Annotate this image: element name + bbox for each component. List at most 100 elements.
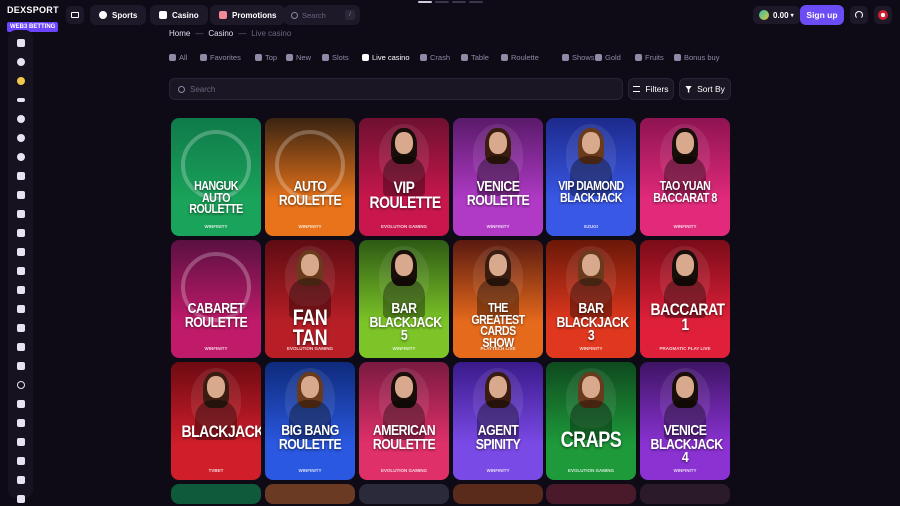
filters-button[interactable]: Filters [628,78,674,100]
tab-bonus-buy[interactable]: Bonus buy [674,53,719,62]
game-card[interactable] [359,484,449,504]
gold-icon [595,54,602,61]
cards-icon [16,323,25,332]
game-card[interactable]: VIP Diamond Blackjack Ezugi [546,118,636,236]
game-card[interactable]: Big Bang Roulette Winfinity [265,362,355,480]
breadcrumb-casino[interactable]: Casino [208,29,233,38]
sidebar-item-gold[interactable] [14,416,27,429]
game-card[interactable]: Bar Blackjack 3 Winfinity [546,240,636,358]
volleyball-icon [16,152,25,161]
search-icon [291,11,298,19]
game-card[interactable]: Venice Blackjack 4 Winfinity [640,362,730,480]
game-provider: Evolution Gaming [381,468,427,473]
sidebar-item-favorites[interactable] [14,245,27,258]
game-card[interactable]: Craps Evolution Gaming [546,362,636,480]
game-title: Agent Spinity [475,422,521,453]
sidebar-item-all[interactable] [14,283,27,296]
sidebar-item-tennis[interactable] [14,131,27,144]
sidebar-item-support[interactable] [14,492,27,505]
rocket-icon [16,342,25,351]
top-search-input[interactable]: Search / [284,5,360,25]
sign-up-button[interactable]: Sign up [800,5,844,25]
nav-sports-button[interactable]: Sports [90,5,147,25]
sidebar-item-esports[interactable] [14,93,27,106]
game-card[interactable]: VIP Roulette Evolution Gaming [359,118,449,236]
grid-icon [169,54,176,61]
breadcrumb-separator: — [195,29,204,38]
game-card[interactable]: Auto Roulette Winfinity [265,118,355,236]
sidebar-item-providers[interactable] [14,454,27,467]
game-card[interactable]: Cabaret Roulette Winfinity [171,240,261,358]
balance-button[interactable]: 0.00 ▾ [753,6,800,24]
game-provider: Winfinity [204,346,228,351]
sidebar-item-new[interactable] [14,302,27,315]
tab-live-casino[interactable]: Live casino [362,53,410,62]
sidebar-item-slots[interactable] [14,207,27,220]
sidebar-item-fruits[interactable] [14,435,27,448]
nav-casino-button[interactable]: Casino [150,5,208,25]
sidebar-item-home[interactable] [14,36,27,49]
sidebar-item-hockey[interactable] [14,169,27,182]
tab-top[interactable]: Top [255,53,277,62]
tab-gold[interactable]: Gold [595,53,621,62]
funnel-icon [685,85,693,93]
game-card[interactable]: Fan Tan Evolution Gaming [265,240,355,358]
game-card[interactable]: Baccarat 1 Pragmatic Play Live [640,240,730,358]
support-button[interactable] [850,6,868,24]
banner-dot[interactable] [469,1,483,3]
tab-label: Shows [572,53,595,62]
nav-promotions-button[interactable]: Promotions [210,5,286,25]
sidebar-toggle-button[interactable] [66,6,84,24]
game-card[interactable]: Blackjack TVBet [171,362,261,480]
game-card[interactable]: Venice Roulette Winfinity [453,118,543,236]
sort-by-button[interactable]: Sort By [679,78,731,100]
sidebar-item-sports[interactable] [14,55,27,68]
tab-table[interactable]: Table [461,53,489,62]
tab-slots[interactable]: Slots [322,53,349,62]
game-search-input[interactable]: Search [169,78,623,100]
tab-fruits[interactable]: Fruits [635,53,664,62]
game-provider: TVBet [208,468,224,473]
tab-crash[interactable]: Crash [420,53,450,62]
sidebar-item-crash[interactable] [14,340,27,353]
game-card[interactable] [171,484,261,504]
sidebar-item-bonus[interactable] [14,397,27,410]
tab-shows[interactable]: Shows [562,53,595,62]
home-icon [16,38,25,47]
sidebar-item-roulette[interactable] [14,378,27,391]
filter-icon [633,86,641,92]
game-card[interactable] [265,484,355,504]
banner-dot[interactable] [418,1,432,3]
game-card[interactable]: The Greatest Cards Show Playtech Live [453,240,543,358]
game-card[interactable]: Hanguk Auto Roulette Winfinity [171,118,261,236]
game-card[interactable]: American Roulette Evolution Gaming [359,362,449,480]
tab-label: Gold [605,53,621,62]
sidebar-item-hot[interactable] [14,264,27,277]
tab-new[interactable]: New [286,53,311,62]
sidebar-item-live[interactable] [14,226,27,239]
dealer-face [489,254,507,276]
language-button[interactable] [874,6,892,24]
banner-dot[interactable] [435,1,449,3]
game-card[interactable] [546,484,636,504]
sidebar-item-table[interactable] [14,188,27,201]
banner-dot[interactable] [452,1,466,3]
logo[interactable]: DEXSPORT WEB3 BETTING [7,5,61,33]
sidebar-item-shows[interactable] [14,359,27,372]
breadcrumb-home[interactable]: Home [169,29,190,38]
sidebar-item-promo[interactable] [14,74,27,87]
tab-favorites[interactable]: Favorites [200,53,241,62]
sidebar-item-cards[interactable] [14,321,27,334]
game-card[interactable] [640,484,730,504]
game-card[interactable]: Tao Yuan Baccarat 8 Winfinity [640,118,730,236]
game-card[interactable]: Bar Blackjack 5 Winfinity [359,240,449,358]
dealer-face [489,132,507,154]
game-card[interactable]: Agent Spinity Winfinity [453,362,543,480]
sidebar-item-basketball[interactable] [14,112,27,125]
game-card[interactable] [453,484,543,504]
sidebar-item-volleyball[interactable] [14,150,27,163]
tab-all[interactable]: All [169,53,187,62]
sidebar-item-machine[interactable] [14,473,27,486]
table-icon [461,54,468,61]
tab-roulette[interactable]: Roulette [501,53,539,62]
